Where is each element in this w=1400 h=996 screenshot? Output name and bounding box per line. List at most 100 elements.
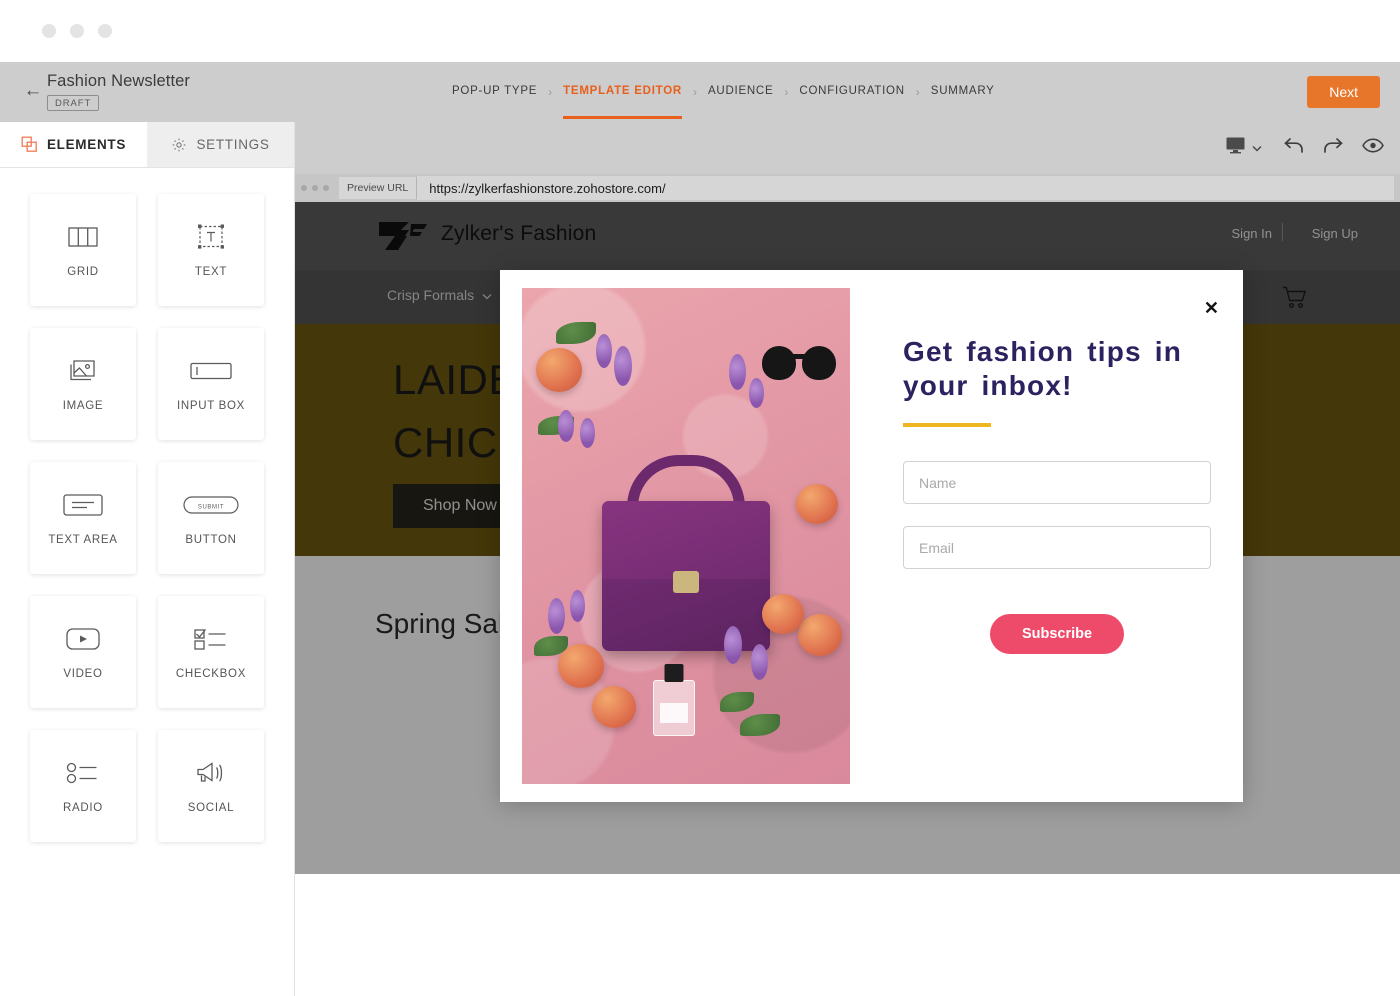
element-card-image[interactable]: IMAGE xyxy=(30,328,136,440)
element-label: BUTTON xyxy=(185,534,237,546)
handbag-flap xyxy=(602,501,770,580)
step-separator-icon: › xyxy=(548,85,553,99)
lavender-shape xyxy=(558,410,574,442)
chevron-down-icon xyxy=(1252,139,1262,157)
element-label: SOCIAL xyxy=(187,802,235,814)
element-label: TEXT AREA xyxy=(48,534,118,546)
text-area-icon xyxy=(63,490,103,520)
email-field[interactable] xyxy=(903,526,1211,570)
app-root: ← Fashion Newsletter DRAFT POP-UP TYPE ›… xyxy=(0,0,1400,996)
window-dot xyxy=(98,24,112,38)
lavender-shape xyxy=(729,354,746,390)
next-button[interactable]: Next xyxy=(1307,76,1380,108)
preview-url-label: Preview URL xyxy=(339,177,418,199)
lavender-shape xyxy=(580,418,595,448)
tab-settings[interactable]: SETTINGS xyxy=(147,122,294,167)
handbag-shape xyxy=(602,501,770,652)
elements-grid: GRID TEXT IMAGE INPUT BOX TEXT AREA SUBM… xyxy=(0,168,294,868)
social-megaphone-icon xyxy=(195,758,227,788)
preview-url-bar: Preview URL https://zylkerfashionstore.z… xyxy=(295,174,1400,202)
step-summary[interactable]: SUMMARY xyxy=(931,85,995,99)
element-label: INPUT BOX xyxy=(176,400,246,412)
perfume-bottle-shape xyxy=(653,680,696,736)
element-card-video[interactable]: VIDEO xyxy=(30,596,136,708)
element-label: VIDEO xyxy=(63,668,103,680)
panel-tabs: ELEMENTS SETTINGS xyxy=(0,122,294,168)
preview-dot xyxy=(312,185,318,191)
video-icon xyxy=(66,624,100,654)
element-card-text[interactable]: TEXT xyxy=(158,194,264,306)
gear-icon xyxy=(171,137,187,153)
lavender-shape xyxy=(724,626,742,664)
popup-title: Get fashion tips in your inbox! xyxy=(903,336,1183,402)
back-arrow-icon[interactable]: ← xyxy=(22,80,44,102)
element-card-button[interactable]: SUBMIT BUTTON xyxy=(158,462,264,574)
name-field[interactable] xyxy=(903,461,1211,505)
peach-shape xyxy=(796,484,838,524)
lavender-shape xyxy=(570,590,585,622)
popup-title-rule xyxy=(903,423,991,428)
popup-product-photo xyxy=(522,288,850,784)
handbag-clasp xyxy=(673,571,699,594)
radio-icon xyxy=(66,758,100,788)
subscribe-button[interactable]: Subscribe xyxy=(989,614,1125,655)
layers-icon xyxy=(21,136,38,153)
preview-dot xyxy=(323,185,329,191)
lavender-shape xyxy=(596,334,612,368)
redo-arrow-icon xyxy=(1323,136,1344,160)
device-selector[interactable] xyxy=(1216,133,1272,163)
element-card-radio[interactable]: RADIO xyxy=(30,730,136,842)
redo-button[interactable] xyxy=(1314,133,1352,163)
step-template-editor[interactable]: TEMPLATE EDITOR xyxy=(563,85,682,119)
peach-shape xyxy=(558,644,604,688)
canvas-bottom-spacer xyxy=(295,874,1400,996)
element-card-checkbox[interactable]: CHECKBOX xyxy=(158,596,264,708)
step-audience[interactable]: AUDIENCE xyxy=(708,85,773,99)
svg-text:SUBMIT: SUBMIT xyxy=(198,505,224,511)
undo-button[interactable] xyxy=(1274,133,1312,163)
window-chrome xyxy=(0,0,1400,62)
preview-button[interactable] xyxy=(1354,133,1392,163)
element-card-grid[interactable]: GRID xyxy=(30,194,136,306)
step-separator-icon: › xyxy=(915,85,920,99)
peach-shape xyxy=(536,348,582,392)
preview-url-value[interactable]: https://zylkerfashionstore.zohostore.com… xyxy=(417,176,1394,200)
element-card-input-box[interactable]: INPUT BOX xyxy=(158,328,264,440)
sunglasses-shape xyxy=(762,346,836,386)
grid-icon xyxy=(68,222,98,252)
popup-form-pane: ✕ Get fashion tips in your inbox! Subscr… xyxy=(870,270,1243,802)
step-separator-icon: › xyxy=(692,85,697,99)
element-label: RADIO xyxy=(63,802,103,814)
eye-icon xyxy=(1362,138,1384,158)
app-header: ← Fashion Newsletter DRAFT POP-UP TYPE ›… xyxy=(0,62,1400,122)
element-label: CHECKBOX xyxy=(175,668,247,680)
tab-elements[interactable]: ELEMENTS xyxy=(0,122,147,167)
element-card-social[interactable]: SOCIAL xyxy=(158,730,264,842)
peach-shape xyxy=(592,686,636,728)
popup-modal: ✕ Get fashion tips in your inbox! Subscr… xyxy=(500,270,1243,802)
tab-elements-label: ELEMENTS xyxy=(46,137,127,152)
text-icon xyxy=(197,222,225,252)
window-dot xyxy=(42,24,56,38)
close-x-icon[interactable]: ✕ xyxy=(1204,299,1219,317)
lavender-shape xyxy=(751,644,768,680)
window-dot xyxy=(70,24,84,38)
window-dots xyxy=(42,24,112,38)
step-configuration[interactable]: CONFIGURATION xyxy=(799,85,904,99)
popup-image-pane xyxy=(500,270,870,802)
page-title: Fashion Newsletter xyxy=(47,72,191,90)
left-panel: ELEMENTS SETTINGS GRID TEXT IMAGE INPUT … xyxy=(0,122,295,996)
element-card-text-area[interactable]: TEXT AREA xyxy=(30,462,136,574)
preview-dot xyxy=(301,185,307,191)
step-pop-up-type[interactable]: POP-UP TYPE xyxy=(452,85,537,99)
step-separator-icon: › xyxy=(784,85,789,99)
tab-settings-label: SETTINGS xyxy=(196,137,270,152)
lavender-shape xyxy=(548,598,565,634)
status-badge: DRAFT xyxy=(47,95,100,111)
button-icon: SUBMIT xyxy=(183,490,239,520)
input-box-icon xyxy=(190,356,232,386)
element-label: TEXT xyxy=(194,266,228,278)
checkbox-icon xyxy=(194,624,228,654)
peach-shape xyxy=(762,594,804,634)
desktop-monitor-icon xyxy=(1226,137,1245,159)
